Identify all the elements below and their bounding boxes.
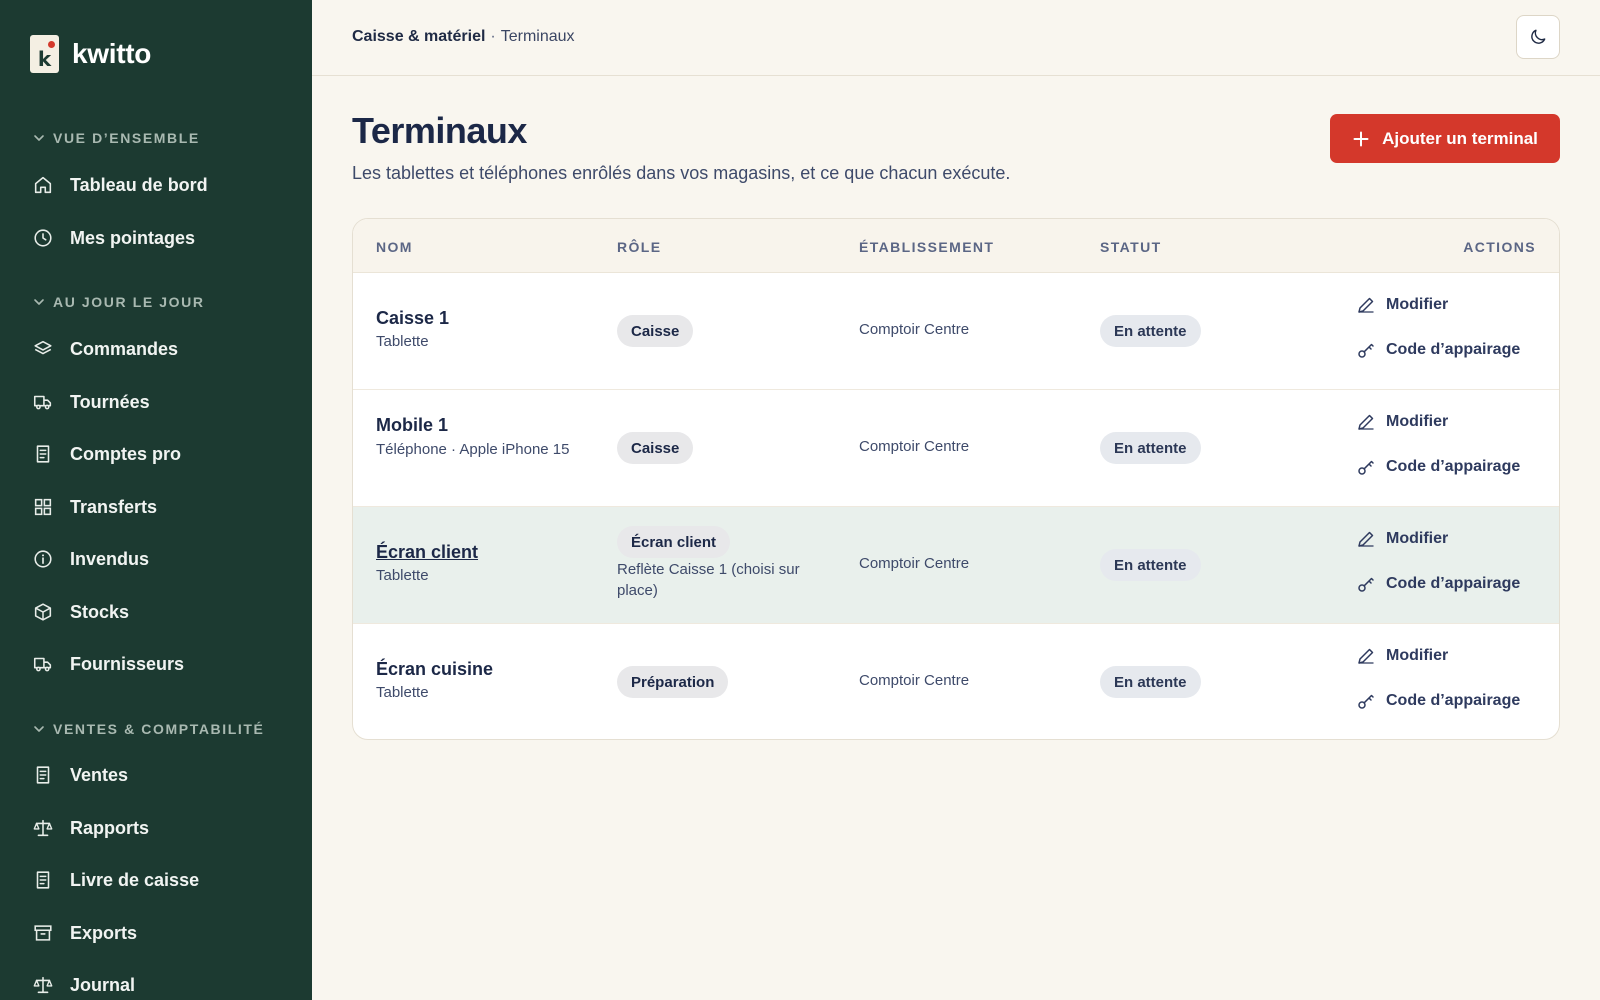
table-row: Caisse 1 Tablette Caisse Comptoir Centre…: [353, 273, 1559, 390]
role-badge: Caisse: [617, 432, 694, 464]
terminals-table: NOM RÔLE ÉTABLISSEMENT STATUT ACTIONS Ca…: [352, 218, 1560, 740]
column-header-role: RÔLE: [617, 239, 662, 255]
plus-icon: [1353, 131, 1369, 146]
sidebar-item-transfers[interactable]: Transferts: [32, 492, 157, 522]
table-header: NOM RÔLE ÉTABLISSEMENT STATUT ACTIONS: [353, 219, 1559, 273]
key-icon: [1358, 343, 1374, 358]
moon-icon: [1531, 29, 1546, 44]
sidebar-item-unsold[interactable]: Invendus: [32, 544, 149, 574]
establishment: Comptoir Centre: [859, 555, 970, 572]
column-header-name: NOM: [376, 239, 413, 255]
sidebar-item-reports[interactable]: Rapports: [32, 813, 149, 843]
table-row: Mobile 1 Téléphone · Apple iPhone 15 Cai…: [353, 390, 1559, 507]
home-icon: [34, 176, 52, 194]
breadcrumb-current: Terminaux: [500, 28, 575, 45]
terminal-device: Téléphone · Apple iPhone 15: [376, 441, 570, 458]
edit-button[interactable]: Modifier: [1356, 529, 1448, 549]
layers-icon: [34, 340, 52, 355]
clock-icon: [34, 229, 52, 247]
role-badge: Écran client: [617, 526, 731, 558]
terminal-name: Caisse 1: [376, 308, 450, 328]
pencil-icon: [1358, 531, 1374, 547]
brand-name: kwitto: [72, 38, 152, 69]
page-subtitle: Les tablettes et téléphones enrôlés dans…: [352, 163, 1011, 183]
chevron-down-icon: [34, 135, 44, 141]
establishment: Comptoir Centre: [859, 672, 970, 689]
grid-icon: [34, 498, 52, 516]
edit-button[interactable]: Modifier: [1356, 646, 1448, 666]
sidebar-item-sales[interactable]: Ventes: [32, 760, 128, 790]
add-terminal-button[interactable]: Ajouter un terminal: [1330, 114, 1560, 163]
pairing-code-button[interactable]: Code d’appairage: [1356, 340, 1520, 360]
pairing-code-button[interactable]: Code d’appairage: [1356, 574, 1520, 594]
terminal-device: Tablette: [376, 684, 429, 701]
box-icon: [34, 603, 52, 621]
receipt-icon: [36, 871, 50, 889]
pairing-code-button[interactable]: Code d’appairage: [1356, 691, 1520, 711]
sidebar-item-suppliers[interactable]: Fournisseurs: [32, 649, 184, 679]
chevron-down-icon: [34, 299, 44, 305]
key-icon: [1358, 577, 1374, 592]
role-badge: Caisse: [617, 315, 694, 347]
receipt-icon: [36, 766, 50, 784]
sidebar-item-cash-book[interactable]: Livre de caisse: [32, 865, 199, 895]
pencil-icon: [1358, 297, 1374, 313]
pencil-icon: [1358, 648, 1374, 664]
column-header-establishment: ÉTABLISSEMENT: [859, 239, 995, 255]
scale-icon: [33, 819, 53, 837]
sidebar-item-exports[interactable]: Exports: [32, 918, 137, 948]
edit-button[interactable]: Modifier: [1356, 295, 1448, 315]
terminal-device: Tablette: [376, 567, 429, 584]
edit-button[interactable]: Modifier: [1356, 412, 1448, 432]
status-badge: En attente: [1100, 315, 1201, 347]
info-icon: [34, 550, 52, 568]
table-row: Écran cuisine Tablette Préparation Compt…: [353, 624, 1559, 739]
sidebar: k kwitto VUE D’ENSEMBLE Tableau de bord …: [0, 0, 312, 1000]
key-icon: [1358, 694, 1374, 709]
role-badge: Préparation: [617, 666, 729, 698]
terminal-name: Mobile 1: [376, 415, 449, 435]
sidebar-item-stocks[interactable]: Stocks: [32, 597, 129, 627]
scale-icon: [33, 976, 53, 994]
sidebar-item-journal[interactable]: Journal: [32, 970, 135, 1000]
status-badge: En attente: [1100, 549, 1201, 581]
nav-section-overview[interactable]: VUE D’ENSEMBLE: [32, 130, 200, 146]
archive-icon: [34, 925, 52, 941]
sidebar-item-pro-accounts[interactable]: Comptes pro: [32, 439, 181, 469]
nav-section-daily[interactable]: AU JOUR LE JOUR: [32, 294, 205, 310]
breadcrumb-parent[interactable]: Caisse & matériel: [352, 28, 485, 45]
terminal-name: Écran cuisine: [376, 659, 494, 679]
page-title: Terminaux: [352, 110, 527, 151]
establishment: Comptoir Centre: [859, 321, 970, 338]
status-badge: En attente: [1100, 432, 1201, 464]
pairing-code-button[interactable]: Code d’appairage: [1356, 457, 1520, 477]
chevron-down-icon: [34, 726, 44, 732]
topbar: Caisse & matériel · Terminaux: [312, 0, 1600, 76]
table-row: Écran client Tablette Écran client Reflè…: [353, 507, 1559, 624]
nav-section-sales-accounting[interactable]: VENTES & COMPTABILITÉ: [32, 721, 264, 737]
theme-toggle-button[interactable]: [1516, 15, 1560, 59]
truck-icon: [33, 657, 52, 672]
brand[interactable]: k kwitto: [30, 34, 151, 74]
sidebar-item-orders[interactable]: Commandes: [32, 334, 178, 364]
status-badge: En attente: [1100, 666, 1201, 698]
brand-logo: k: [30, 35, 59, 73]
breadcrumb: Caisse & matériel · Terminaux: [352, 28, 575, 45]
sidebar-item-dashboard[interactable]: Tableau de bord: [32, 170, 208, 200]
sidebar-item-rounds[interactable]: Tournées: [32, 387, 150, 417]
column-header-status: STATUT: [1100, 239, 1162, 255]
key-icon: [1358, 460, 1374, 475]
sidebar-item-timesheets[interactable]: Mes pointages: [32, 223, 195, 253]
column-header-actions: ACTIONS: [1463, 239, 1536, 255]
terminal-device: Tablette: [376, 333, 429, 350]
role-note: Reflète Caisse 1 (choisi sur place): [617, 561, 800, 599]
truck-icon: [33, 395, 52, 410]
terminal-name-link[interactable]: Écran client: [376, 542, 478, 563]
receipt-icon: [36, 445, 50, 463]
establishment: Comptoir Centre: [859, 438, 970, 455]
pencil-icon: [1358, 414, 1374, 430]
